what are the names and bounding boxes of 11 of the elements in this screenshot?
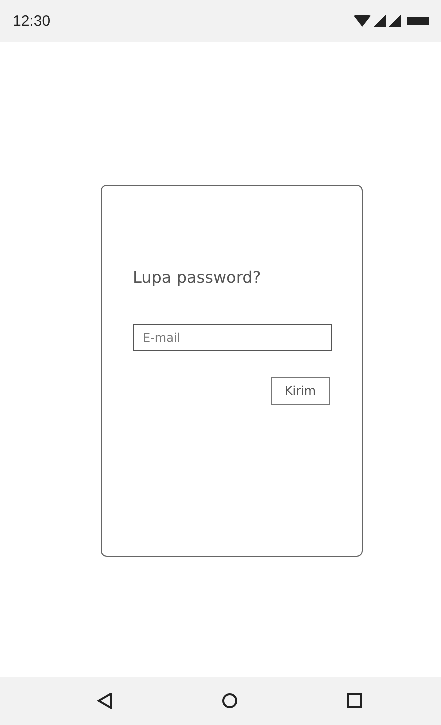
recents-icon[interactable]	[347, 693, 363, 709]
dialog-title: Lupa password?	[133, 268, 262, 287]
back-icon[interactable]	[97, 693, 113, 709]
home-icon[interactable]	[222, 693, 238, 709]
signal-icon	[374, 15, 386, 27]
clock-time: 12:30	[13, 12, 51, 30]
email-field[interactable]: E-mail	[133, 324, 332, 351]
battery-icon	[407, 17, 429, 25]
submit-button[interactable]: Kirim	[271, 377, 330, 405]
wifi-icon	[354, 15, 371, 27]
signal-icon	[389, 15, 401, 27]
